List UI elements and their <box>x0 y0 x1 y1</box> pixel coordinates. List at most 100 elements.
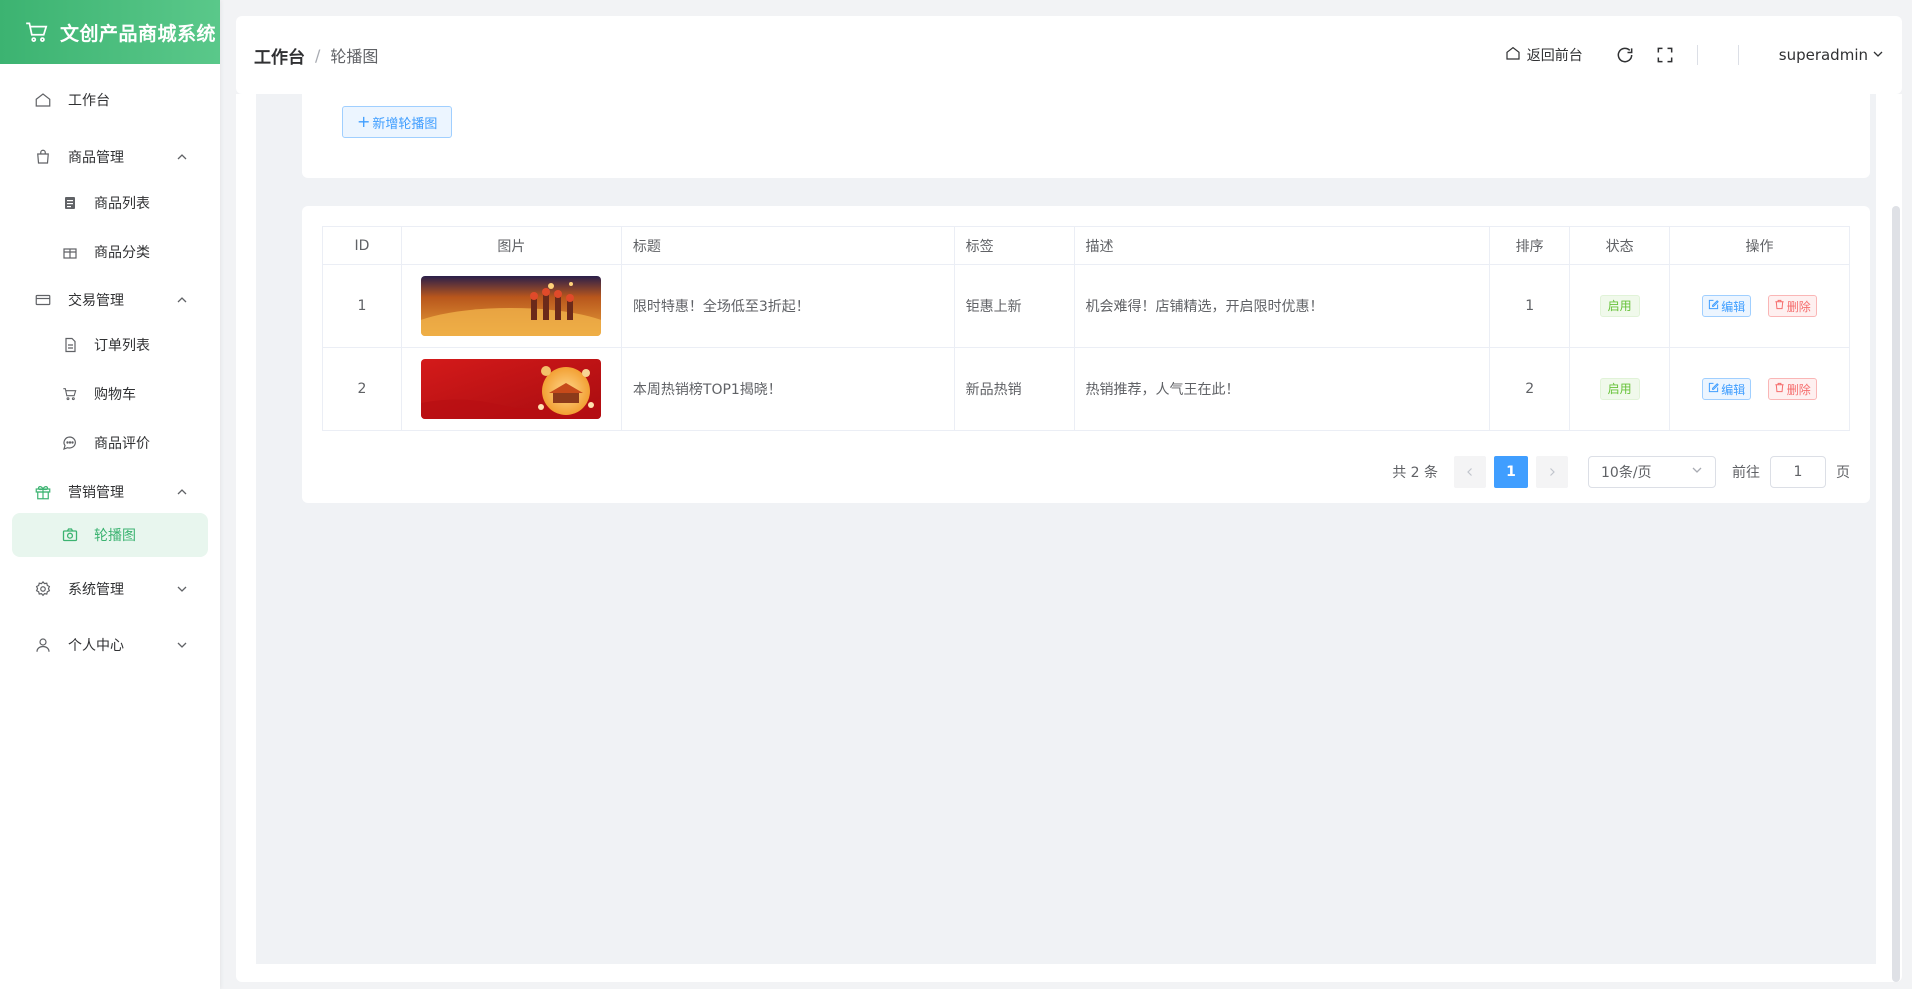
table-row: 2 本周热销榜TOP1揭晓！ 新品热销 热销推荐，人气王在此！ 2 启用 编辑 … <box>322 347 1850 431</box>
col-desc: 描述 <box>1073 226 1491 265</box>
page-size-select[interactable]: 10条/页 <box>1588 456 1716 488</box>
delete-label: 删除 <box>1786 382 1811 397</box>
col-sort: 排序 <box>1489 226 1571 265</box>
chevron-down-icon <box>176 639 188 651</box>
cell-desc: 机会难得！店铺精选，开启限时优惠！ <box>1073 264 1491 348</box>
breadcrumb-current: 轮播图 <box>330 47 379 66</box>
sidebar-item-product-mgmt[interactable]: 商品管理 <box>0 136 220 178</box>
edit-label: 编辑 <box>1721 299 1746 314</box>
camera-icon <box>62 527 78 543</box>
trash-icon <box>1774 299 1787 313</box>
breadcrumb-separator: / <box>315 45 321 65</box>
table-header-row: ID 图片 标题 标签 描述 排序 状态 操作 <box>322 226 1850 265</box>
pagination-total: 共 2 条 <box>1392 465 1438 481</box>
col-status: 状态 <box>1569 226 1671 265</box>
top-header: 工作台 / 轮播图 返回前台 superadmin <box>236 16 1902 94</box>
fullscreen-icon[interactable] <box>1655 45 1675 65</box>
cell-tag: 钜惠上新 <box>953 264 1075 348</box>
sidebar-item-label: 个人中心 <box>68 638 124 654</box>
user-icon <box>34 636 52 654</box>
back-to-front-link[interactable]: 返回前台 <box>1505 45 1583 65</box>
status-badge: 启用 <box>1599 295 1640 317</box>
sidebar-item-product-list[interactable]: 商品列表 <box>0 178 220 227</box>
sidebar-item-marketing-mgmt[interactable]: 营销管理 <box>0 471 220 513</box>
page-number-button[interactable]: 1 <box>1494 456 1528 488</box>
banner-image[interactable] <box>421 276 602 336</box>
edit-button[interactable]: 编辑 <box>1702 295 1752 317</box>
sidebar-item-label: 商品评价 <box>94 435 150 452</box>
cell-sort: 2 <box>1489 347 1571 431</box>
sidebar-item-label: 订单列表 <box>94 337 150 354</box>
goto-label: 前往 <box>1732 465 1760 481</box>
add-carousel-button[interactable]: + 新增轮播图 <box>342 106 453 138</box>
sidebar-item-reviews[interactable]: 商品评价 <box>0 418 220 467</box>
cell-status: 启用 <box>1569 347 1671 431</box>
home-icon <box>1505 45 1527 65</box>
main-content: + 新增轮播图 ID 图片 标题 标签 描述 排序 状态 操作 1 限时特惠！全… <box>236 94 1902 982</box>
content-area: + 新增轮播图 ID 图片 标题 标签 描述 排序 状态 操作 1 限时特惠！全… <box>256 94 1876 964</box>
plus-icon: + <box>357 112 371 131</box>
col-actions: 操作 <box>1669 226 1850 265</box>
sidebar-item-system-mgmt[interactable]: 系统管理 <box>0 561 220 617</box>
sidebar-item-label: 轮播图 <box>94 528 136 544</box>
status-badge: 启用 <box>1599 378 1640 400</box>
sidebar-item-personal-center[interactable]: 个人中心 <box>0 617 220 673</box>
chevron-up-icon <box>176 151 188 163</box>
trash-icon <box>1774 382 1787 396</box>
cell-tag: 新品热销 <box>953 347 1075 431</box>
cell-title: 本周热销榜TOP1揭晓！ <box>620 347 955 431</box>
edit-icon <box>1708 382 1721 396</box>
delete-button[interactable]: 删除 <box>1767 378 1817 400</box>
sidebar-item-label: 交易管理 <box>68 293 124 309</box>
header-actions: 返回前台 superadmin <box>1505 45 1884 65</box>
delete-label: 删除 <box>1786 299 1811 314</box>
col-id: ID <box>322 226 402 265</box>
chevron-down-icon <box>176 583 188 595</box>
scrollbar-thumb[interactable] <box>1892 206 1900 982</box>
document-icon <box>62 337 78 353</box>
cell-title: 限时特惠！全场低至3折起！ <box>620 264 955 348</box>
sidebar-item-label: 工作台 <box>68 93 110 109</box>
gift-box-icon <box>62 244 78 260</box>
sidebar-item-trade-mgmt[interactable]: 交易管理 <box>0 280 220 320</box>
sidebar-item-cart[interactable]: 购物车 <box>0 369 220 418</box>
sidebar-item-workbench[interactable]: 工作台 <box>0 64 220 136</box>
refresh-icon[interactable] <box>1615 45 1635 65</box>
cell-id: 1 <box>322 264 402 348</box>
sidebar-item-label: 商品管理 <box>68 150 124 166</box>
cell-desc: 热销推荐，人气王在此！ <box>1073 347 1491 431</box>
chevron-up-icon <box>176 486 188 498</box>
cell-image <box>400 347 622 431</box>
user-menu[interactable]: superadmin <box>1779 46 1884 64</box>
sidebar-item-label: 购物车 <box>94 386 136 403</box>
home-icon <box>34 91 52 109</box>
sidebar-item-carousel[interactable]: 轮播图 <box>12 513 208 557</box>
gift-icon <box>34 483 52 501</box>
cell-image <box>400 264 622 348</box>
scrollbar[interactable] <box>1890 94 1902 982</box>
cell-id: 2 <box>322 347 402 431</box>
page-suffix: 页 <box>1836 465 1850 481</box>
prev-page-button[interactable] <box>1454 456 1486 488</box>
edit-icon <box>1708 299 1721 313</box>
next-page-button[interactable] <box>1536 456 1568 488</box>
breadcrumb-root[interactable]: 工作台 <box>254 43 305 68</box>
col-title: 标题 <box>620 226 955 265</box>
cell-status: 启用 <box>1569 264 1671 348</box>
shopping-bag-icon <box>34 148 52 166</box>
sidebar-item-order-list[interactable]: 订单列表 <box>0 320 220 369</box>
cell-actions: 编辑 删除 <box>1669 264 1850 348</box>
sidebar-item-label: 商品列表 <box>94 195 150 212</box>
carousel-table: ID 图片 标题 标签 描述 排序 状态 操作 1 限时特惠！全场低至3折起！ … <box>322 226 1850 431</box>
page-size-value: 10条/页 <box>1601 465 1652 481</box>
back-to-front-label: 返回前台 <box>1526 48 1583 64</box>
sidebar-item-product-category[interactable]: 商品分类 <box>0 227 220 276</box>
list-icon <box>62 195 78 211</box>
edit-button[interactable]: 编辑 <box>1702 378 1752 400</box>
pagination: 共 2 条 1 10条/页 前往 页 <box>1392 456 1850 488</box>
banner-image[interactable] <box>421 359 602 419</box>
header-divider <box>1696 45 1698 65</box>
goto-page-input[interactable] <box>1770 456 1826 488</box>
header-divider <box>1737 45 1739 65</box>
delete-button[interactable]: 删除 <box>1767 295 1817 317</box>
